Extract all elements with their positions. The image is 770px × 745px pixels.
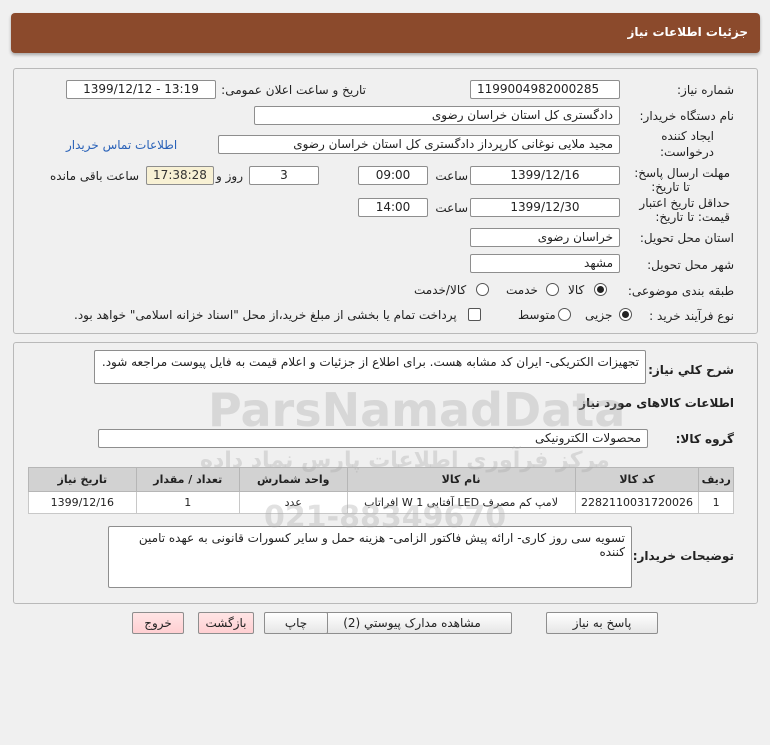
- validity-label-1: حداقل تاریخ اعتبار: [639, 196, 730, 210]
- cell-unit: عدد: [238, 491, 348, 514]
- process-radio-minor[interactable]: [619, 308, 632, 321]
- province-label: استان محل تحویل:: [639, 231, 734, 245]
- buyer-notes-label: توضیحات خریدار:: [632, 549, 734, 563]
- category-option-service: خدمت: [506, 283, 538, 297]
- days-remaining-field: 3: [249, 166, 319, 185]
- goods-table-header: ردیف کد کالا نام کالا واحد شمارش تعداد /…: [28, 467, 734, 492]
- time-remaining-field: 17:38:28: [146, 166, 214, 185]
- col-unit: واحد شمارش: [238, 467, 348, 492]
- category-radio-service[interactable]: [546, 283, 559, 296]
- page-header: جزئیات اطلاعات نیاز: [11, 13, 760, 53]
- deadline-time-label: ساعت: [435, 169, 468, 183]
- process-option-minor: جزیی: [585, 308, 613, 322]
- need-number-label: شماره نیاز:: [677, 83, 734, 97]
- announce-date-field: 1399/12/12 - 13:19: [66, 80, 216, 99]
- reply-button[interactable]: پاسخ به نیاز: [546, 612, 658, 634]
- category-radio-goods-service[interactable]: [476, 283, 489, 296]
- buyer-label: نام دستگاه خریدار:: [639, 109, 735, 123]
- goods-table: ردیف کد کالا نام کالا واحد شمارش تعداد /…: [28, 467, 734, 514]
- city-label: شهر محل تحویل:: [647, 258, 734, 272]
- exit-button[interactable]: خروج: [132, 612, 184, 634]
- description-label: شرح کلي نياز:: [648, 363, 734, 377]
- back-button[interactable]: بازگشت: [198, 612, 254, 634]
- treasury-payment-checkbox[interactable]: [468, 308, 481, 321]
- category-label: طبقه بندی موضوعی:: [627, 284, 734, 298]
- col-code: کد کالا: [574, 467, 700, 492]
- process-radio-medium[interactable]: [558, 308, 571, 321]
- goods-group-label: گروه کالا:: [675, 432, 734, 446]
- creator-label-1: ایجاد کننده: [661, 129, 714, 143]
- validity-date-field: 1399/12/30: [470, 198, 620, 217]
- description-field: تجهیزات الکتریکی- ایران کد مشابه هست. بر…: [94, 350, 646, 384]
- time-remaining-label: ساعت باقی مانده: [50, 169, 140, 183]
- process-option-medium: متوسط: [518, 308, 556, 322]
- category-radio-goods[interactable]: [594, 283, 607, 296]
- col-name: نام کالا: [346, 467, 576, 492]
- col-row: ردیف: [698, 467, 734, 492]
- cell-code: 2282110031720026: [574, 491, 700, 514]
- validity-time-field: 14:00: [358, 198, 428, 217]
- page-title: جزئیات اطلاعات نیاز: [627, 25, 748, 39]
- deadline-label-2: تا تاریخ:: [651, 180, 690, 194]
- table-row[interactable]: 1 2282110031720026 لامپ کم مصرف LED آفتا…: [28, 491, 734, 514]
- view-attachments-button[interactable]: مشاهده مدارک پیوستي (2): [312, 612, 512, 634]
- cell-row: 1: [698, 491, 734, 514]
- cell-need-date: 1399/12/16: [28, 491, 137, 514]
- days-label: روز و: [216, 169, 243, 183]
- cell-quantity: 1: [135, 491, 240, 514]
- buyer-contact-link[interactable]: اطلاعات تماس خریدار: [66, 138, 177, 152]
- category-option-goods-service: کالا/خدمت: [414, 283, 467, 297]
- treasury-payment-note: پرداخت تمام یا بخشی از مبلغ خرید،از محل …: [74, 308, 457, 322]
- city-field: مشهد: [470, 254, 620, 273]
- validity-label-2: قیمت: تا تاریخ:: [655, 210, 730, 224]
- goods-section-title: اطلاعات کالاهای مورد نیاز: [579, 396, 734, 410]
- deadline-time-field: 09:00: [358, 166, 428, 185]
- buyer-field: دادگستری کل استان خراسان رضوی: [254, 106, 620, 125]
- cell-name: لامپ کم مصرف LED آفتابی 1 W افراتاب: [346, 491, 576, 514]
- need-number-field: 1199004982000285: [470, 80, 620, 99]
- announce-label: تاریخ و ساعت اعلان عمومی:: [221, 83, 366, 97]
- col-need-date: تاریخ نیاز: [28, 467, 137, 492]
- deadline-label-1: مهلت ارسال پاسخ:: [634, 166, 730, 180]
- deadline-date-field: 1399/12/16: [470, 166, 620, 185]
- process-label: نوع فرآیند خرید :: [649, 309, 734, 323]
- creator-label-2: درخواست:: [660, 145, 714, 159]
- validity-time-label: ساعت: [435, 201, 468, 215]
- goods-group-field: محصولات الکترونیکی: [98, 429, 648, 448]
- province-field: خراسان رضوی: [470, 228, 620, 247]
- creator-field: مجید ملایی نوغانی کارپرداز دادگستری کل ا…: [218, 135, 620, 154]
- buyer-notes-field: تسویه سی روز کاری- ارائه پیش فاکتور الزا…: [108, 526, 632, 588]
- col-quantity: تعداد / مقدار: [135, 467, 240, 492]
- category-option-goods: کالا: [568, 283, 585, 297]
- print-button[interactable]: چاپ: [264, 612, 328, 634]
